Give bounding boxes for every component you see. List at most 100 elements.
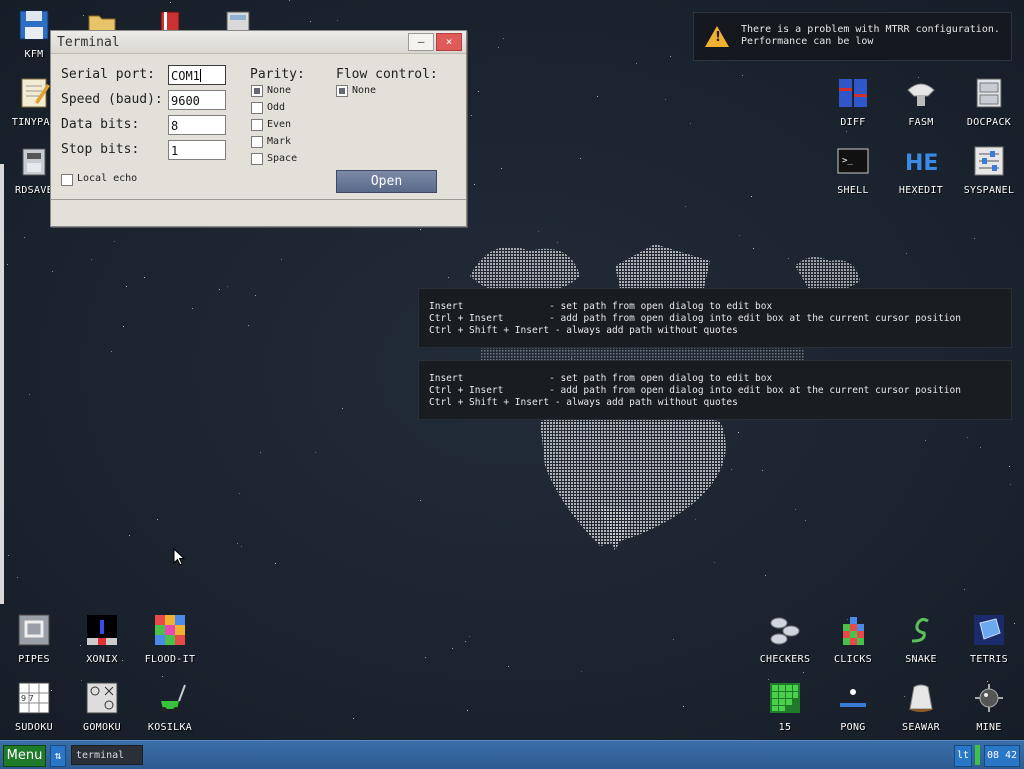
desktop-icon-docpack[interactable]: DOCPACK — [955, 76, 1023, 140]
close-button[interactable]: × — [436, 33, 462, 51]
warning-icon: ! — [705, 26, 729, 47]
desktop-icon-kosilka[interactable]: KOSILKA — [136, 681, 204, 740]
flow-none-checkbox[interactable] — [336, 85, 348, 97]
parity-odd-checkbox[interactable] — [251, 102, 263, 114]
desktop-icon-fasm[interactable]: FASM — [887, 76, 955, 140]
desktop-icon-shell[interactable]: >_ SHELL — [819, 144, 887, 208]
star — [503, 38, 504, 39]
desktop-icon-syspanel[interactable]: SYSPANEL — [955, 144, 1023, 208]
terminal-icon: >_ — [836, 144, 870, 178]
star — [219, 289, 220, 290]
star — [452, 648, 453, 649]
parity-mark-checkbox[interactable] — [251, 136, 263, 148]
star — [237, 543, 238, 544]
open-button[interactable]: Open — [336, 170, 437, 193]
desktop-icon-diff[interactable]: DIFF — [819, 76, 887, 140]
star — [467, 710, 468, 711]
clock[interactable]: 08 42 — [984, 745, 1020, 767]
desktop-icon-sudoku[interactable]: 9 7 SUDOKU — [0, 681, 68, 740]
hint-row: Insert - set path from open dialog to ed… — [429, 373, 773, 384]
desktop-icon-label: MINE — [976, 722, 1002, 733]
desktop-icon-tetris[interactable]: TETRIS — [955, 613, 1023, 677]
star — [255, 295, 256, 296]
star — [925, 440, 926, 441]
star — [538, 231, 539, 232]
parity-mark-label: Mark — [267, 136, 292, 147]
star — [508, 666, 509, 667]
star — [337, 20, 338, 21]
star — [17, 577, 18, 578]
window-titlebar[interactable]: Terminal — × — [51, 31, 466, 54]
star — [673, 639, 674, 640]
flow-none-label: None — [352, 85, 377, 96]
parity-space-checkbox[interactable] — [251, 153, 263, 165]
data-bits-field[interactable]: 8 — [168, 115, 226, 135]
desktop-icon-label: CLICKS — [834, 654, 872, 665]
star — [111, 351, 112, 352]
star — [24, 237, 25, 238]
parity-even-checkbox[interactable] — [251, 119, 263, 131]
star — [29, 394, 30, 395]
desktop-icon-label: SUDOKU — [15, 722, 53, 733]
window-divider — [51, 199, 466, 200]
desktop-icon-seawar[interactable]: SEAWAR — [887, 681, 955, 740]
notepad-icon — [17, 76, 51, 110]
desktop-icon-label: PONG — [840, 722, 866, 733]
star — [670, 56, 671, 57]
desktop-icon-checkers[interactable]: CHECKERS — [751, 613, 819, 677]
desktop-icon-flood-it[interactable]: FLOOD-IT — [136, 613, 204, 677]
star — [420, 500, 421, 501]
desktop-icon-15[interactable]: 15 — [751, 681, 819, 740]
hotkey-hint-box: Insert - set path from open dialog to ed… — [418, 288, 1012, 348]
data-bits-label: Data bits: — [61, 117, 140, 132]
star — [425, 657, 426, 658]
desktop-icon-pipes[interactable]: PIPES — [0, 613, 68, 677]
speed-field[interactable]: 9600 — [168, 90, 226, 110]
desktop-icon-gomoku[interactable]: GOMOKU — [68, 681, 136, 740]
star — [581, 671, 582, 672]
mouse-cursor-icon — [173, 548, 185, 566]
desktop-icon-label: SHELL — [837, 185, 869, 196]
notification-popup[interactable]: ! There is a problem with MTRR configura… — [693, 12, 1012, 61]
parity-even-label: Even — [267, 119, 292, 130]
parity-label: Parity: — [250, 67, 305, 82]
pipes-icon — [17, 613, 51, 647]
local-echo-checkbox[interactable] — [61, 174, 73, 186]
taskbar-item-terminal[interactable]: terminal — [71, 745, 143, 765]
star — [465, 641, 466, 642]
desktop-icon-xonix[interactable]: XONIX — [68, 613, 136, 677]
star — [1009, 466, 1010, 467]
star — [683, 706, 684, 707]
star — [742, 75, 743, 76]
star — [170, 2, 171, 3]
desktop-icon-label: CHECKERS — [759, 654, 811, 665]
xonix-icon — [85, 613, 119, 647]
notification-line-2: Performance can be low — [741, 36, 874, 47]
desktop-icon-hexedit[interactable]: HE HEXEDIT — [887, 144, 955, 208]
star — [342, 408, 343, 409]
menu-button[interactable]: Menu — [3, 745, 46, 767]
desktop-icon-mine[interactable]: MINE — [955, 681, 1023, 740]
diff-icon — [836, 76, 870, 110]
hex-editor-icon: HE — [904, 144, 938, 178]
local-echo-label: Local echo — [77, 173, 138, 184]
star — [636, 63, 637, 64]
desktop-icon-label: DIFF — [840, 117, 866, 128]
switch-windows-icon[interactable]: ⇅ — [50, 745, 66, 767]
desktop-icon-clicks[interactable]: CLICKS — [819, 613, 887, 677]
star — [690, 123, 691, 124]
parity-none-checkbox[interactable] — [251, 85, 263, 97]
desktop-icon-snake[interactable]: SNAKE — [887, 613, 955, 677]
star — [192, 308, 193, 309]
keyboard-layout-indicator[interactable]: lt — [954, 745, 972, 767]
minimize-button[interactable]: — — [408, 33, 434, 51]
stop-bits-field[interactable]: 1 — [168, 140, 226, 160]
cabinet-icon — [972, 76, 1006, 110]
serial-port-field[interactable]: COM1 — [168, 65, 226, 85]
star — [580, 158, 581, 159]
star — [227, 286, 228, 287]
terminal-window[interactable]: Terminal — × Serial port: COM1 Speed (ba… — [50, 30, 467, 227]
desktop-icon-pong[interactable]: PONG — [819, 681, 887, 740]
desktop-icon-label: XONIX — [86, 654, 118, 665]
desktop-icon-label: KOSILKA — [147, 722, 193, 733]
